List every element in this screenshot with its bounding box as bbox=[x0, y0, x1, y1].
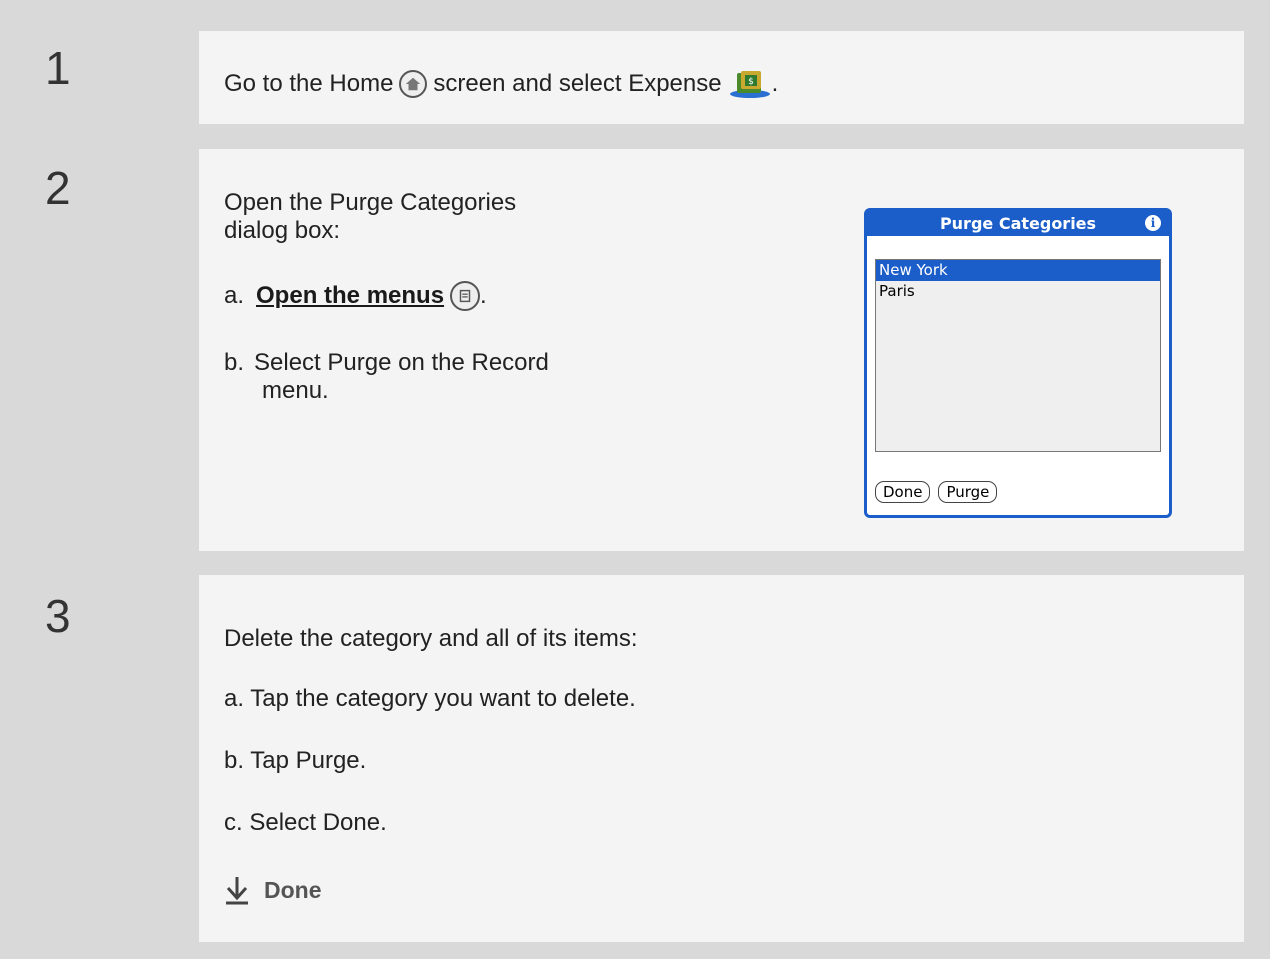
instruction-text: menu. bbox=[262, 377, 329, 404]
substep-a: a. Tap the category you want to delete. bbox=[224, 685, 636, 712]
open-menus-link[interactable]: Open the menus bbox=[256, 282, 444, 310]
step-3: 3 Delete the category and all of its ite… bbox=[37, 575, 1244, 942]
list-item[interactable]: New York bbox=[876, 260, 1160, 281]
done-label: Done bbox=[264, 876, 322, 903]
step-number: 2 bbox=[37, 149, 199, 551]
instruction-text: Select Purge on the Record bbox=[254, 349, 549, 376]
step-1-instruction: Go to the Home screen and select Expense… bbox=[224, 69, 778, 99]
expense-icon: $ bbox=[728, 69, 772, 99]
step-content: Open the Purge Categories dialog box: a.… bbox=[199, 149, 1244, 551]
home-icon bbox=[399, 70, 428, 98]
instruction-text: . bbox=[771, 70, 779, 97]
substep-marker: a. bbox=[224, 282, 245, 309]
svg-text:$: $ bbox=[748, 77, 754, 87]
done-indicator: Done bbox=[224, 875, 322, 905]
purge-categories-dialog: Purge Categories i New York Paris Done P… bbox=[864, 208, 1172, 518]
down-arrow-icon bbox=[226, 877, 248, 905]
dialog-title-bar: Purge Categories i bbox=[867, 211, 1169, 236]
instruction-text: Open the Purge Categories bbox=[224, 189, 517, 216]
substep-b: b. Select Purge on the Record bbox=[224, 349, 549, 377]
step-1: 1 Go to the Home screen and select Expen… bbox=[37, 31, 1244, 124]
done-button[interactable]: Done bbox=[875, 481, 931, 503]
step-number: 3 bbox=[37, 575, 199, 942]
step-content: Delete the category and all of its items… bbox=[199, 575, 1244, 942]
instruction-text: dialog box: bbox=[224, 217, 341, 244]
substep-b: b. Tap Purge. bbox=[224, 747, 367, 774]
purge-button[interactable]: Purge bbox=[938, 481, 998, 503]
substep-marker: b. bbox=[224, 349, 245, 376]
list-item[interactable]: Paris bbox=[876, 281, 1160, 302]
instruction-text: screen and select Expense bbox=[433, 70, 722, 97]
instruction-text: . bbox=[480, 282, 487, 309]
dialog-title: Purge Categories bbox=[939, 214, 1097, 233]
step-number: 1 bbox=[37, 31, 199, 124]
step-content: Go to the Home screen and select Expense… bbox=[199, 31, 1244, 124]
menu-icon bbox=[450, 281, 481, 311]
step-2: 2 Open the Purge Categories dialog box: … bbox=[37, 149, 1244, 551]
substep-c: c. Select Done. bbox=[224, 809, 387, 836]
category-list: New York Paris bbox=[875, 259, 1161, 452]
info-icon[interactable]: i bbox=[1145, 215, 1161, 231]
substep-a: a. Open the menus . bbox=[224, 281, 487, 311]
instruction-text: Go to the Home bbox=[224, 70, 394, 97]
instruction-text: Delete the category and all of its items… bbox=[224, 625, 638, 652]
dialog-buttons: Done Purge bbox=[875, 481, 998, 503]
